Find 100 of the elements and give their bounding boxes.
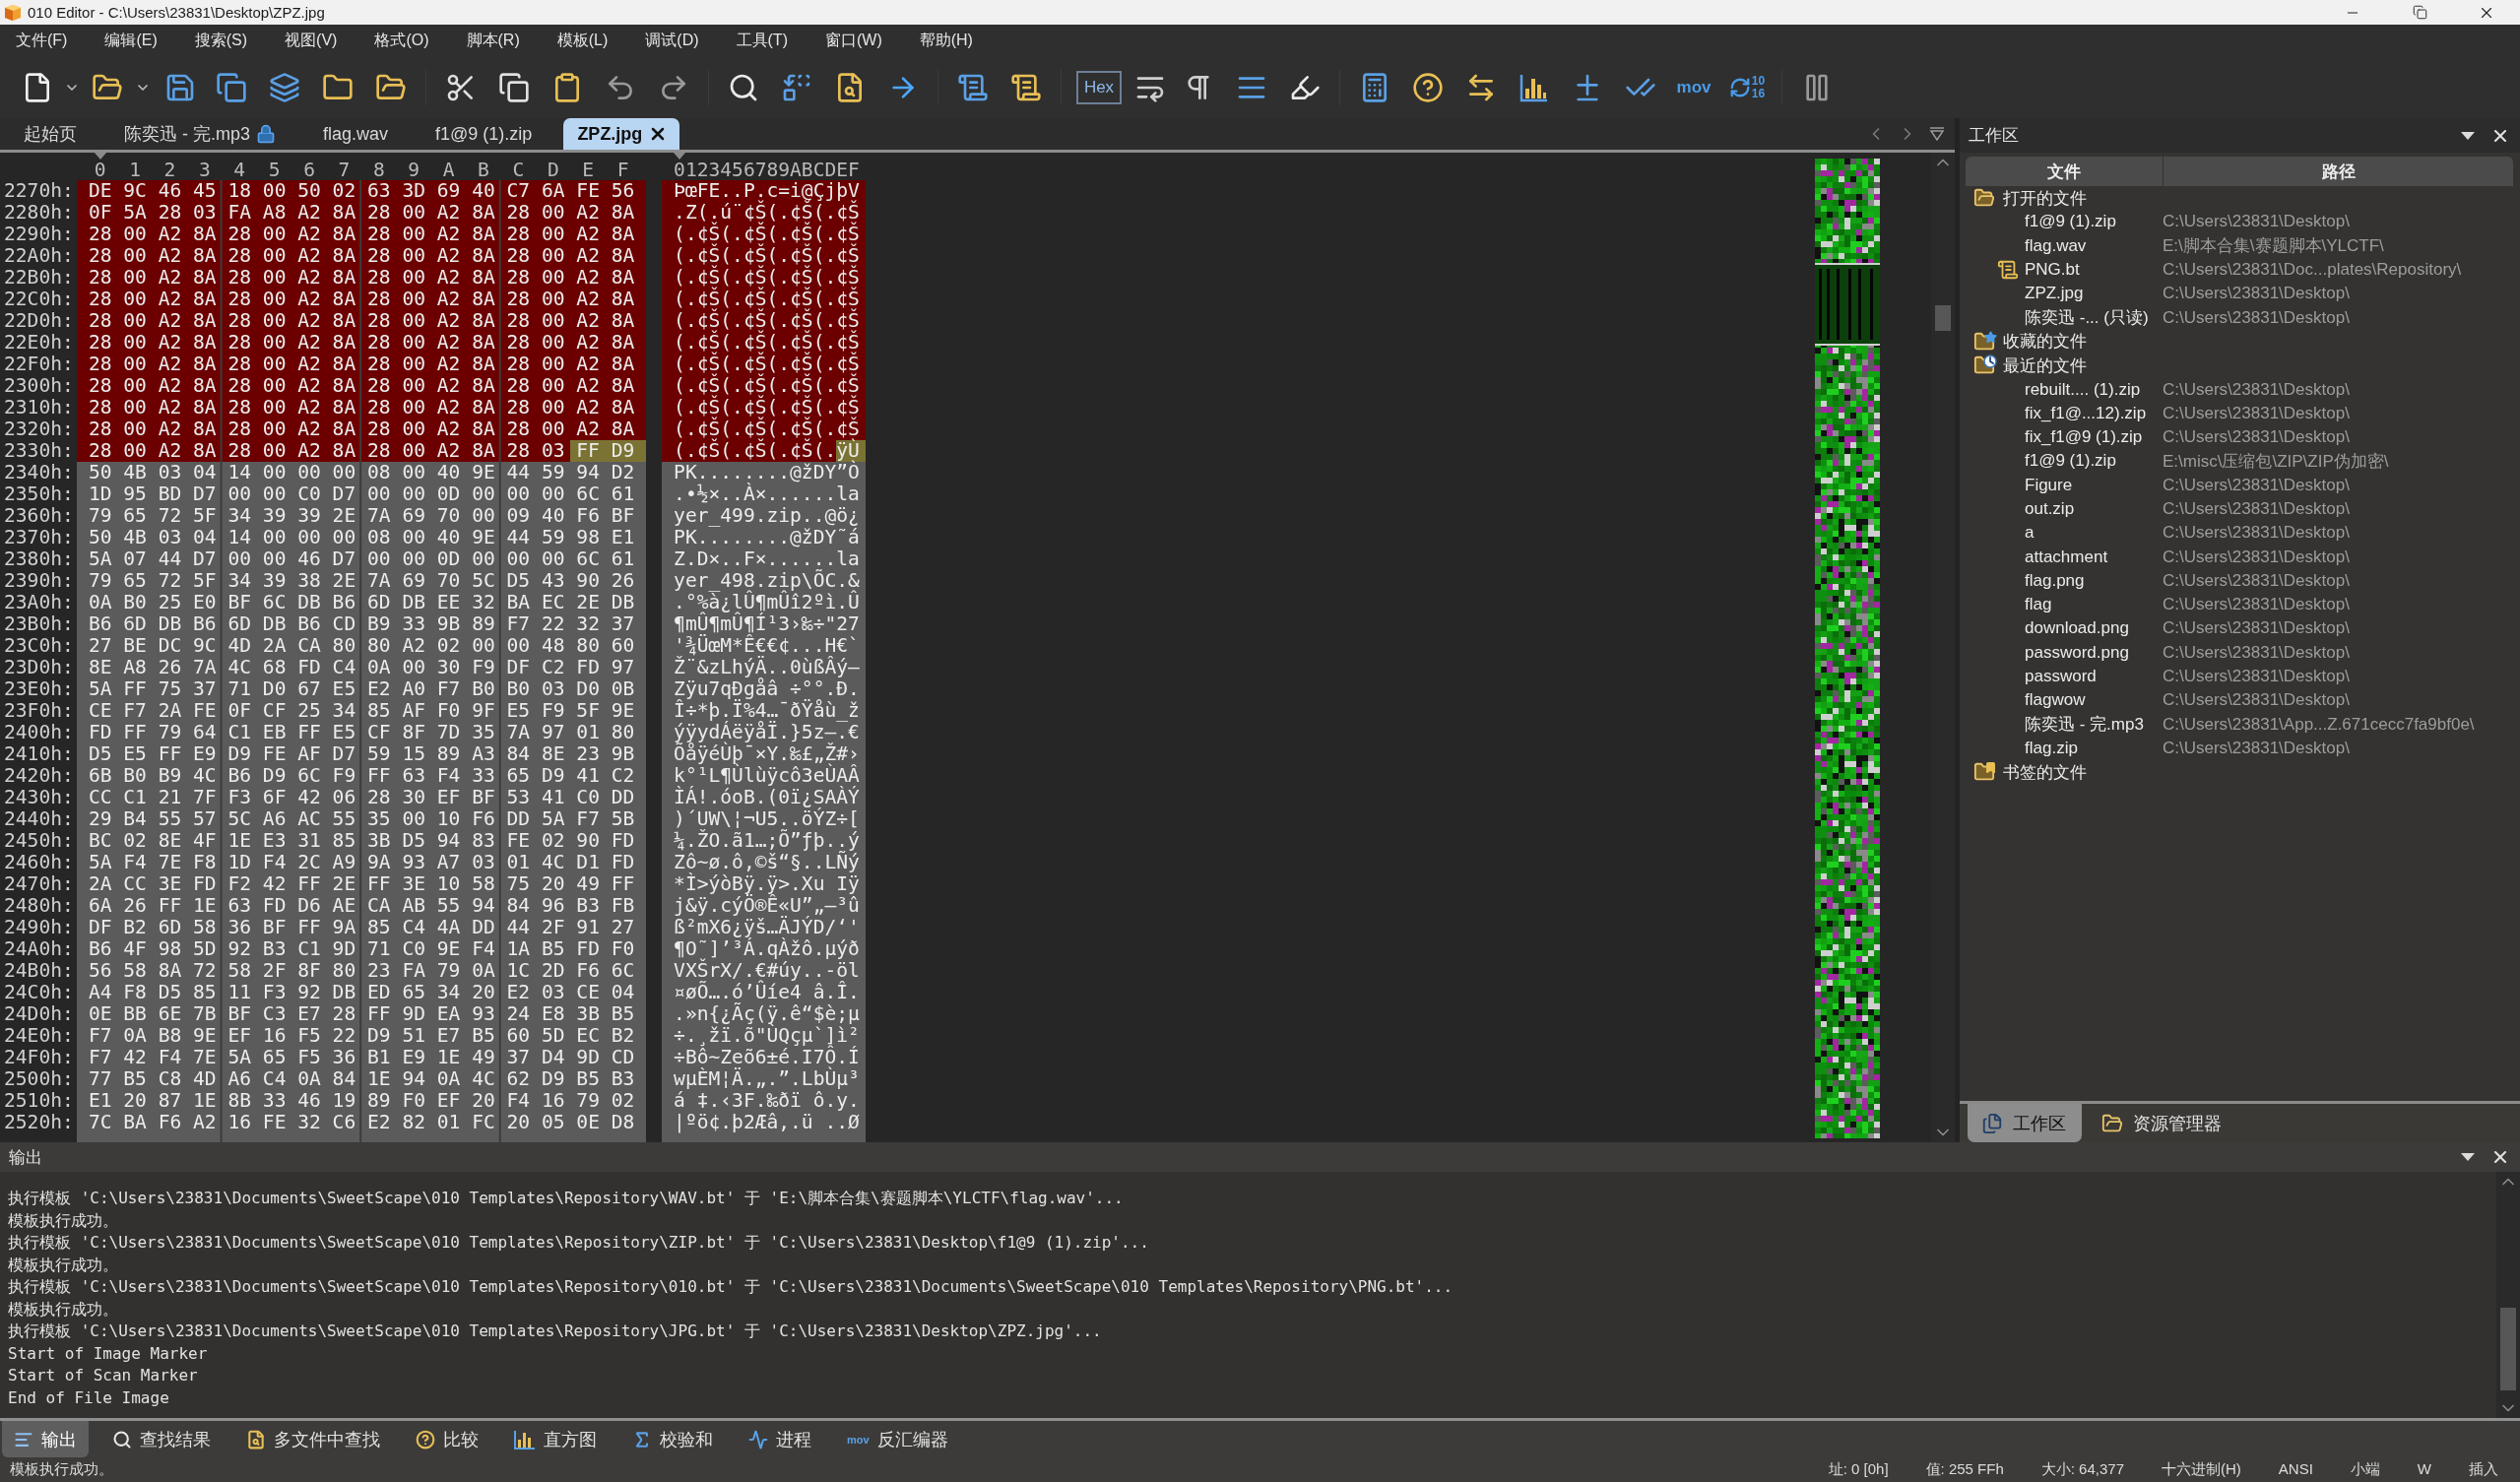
ascii-text[interactable]: wµÈM¦Ä.„.”.LbÙµ³ (662, 1068, 866, 1090)
file-name[interactable]: a (2025, 523, 2035, 544)
ascii-text[interactable]: ÞœFE..P.c=i@ÇjþV (662, 180, 866, 202)
dropdown-icon[interactable] (2461, 1153, 2475, 1161)
hex-bytes[interactable]: 77 B5 C8 4D A6 C4 0A 84 1E 94 0A 4C 62 D9 B5 B3 (77, 1068, 647, 1090)
file-tab[interactable]: 陈奕迅 - 完.mp3 (100, 118, 299, 150)
hex-bytes[interactable]: 2A CC 3E FD F2 42 FF 2E FF 3E 10 58 75 20 49 FF (77, 873, 647, 895)
hex-bytes[interactable]: F7 42 F4 7E 5A 65 F5 36 B1 E9 1E 49 37 D4 9D CD (77, 1047, 647, 1068)
hex-bytes[interactable]: CE F7 2A FE 0F CF 25 34 85 AF F0 9F E5 F9 5F 9E (77, 700, 647, 722)
file-name[interactable]: Figure (2025, 475, 2073, 495)
file-name[interactable]: 陈奕迅 - 完.mp3 (2025, 713, 2144, 737)
replace-icon[interactable] (781, 72, 812, 103)
hex-bytes[interactable]: 8E A8 26 7A 4C 68 FD C4 0A 00 30 F9 DF C2 FD 97 (77, 657, 647, 678)
hex-bytes[interactable]: B6 4F 98 5D 92 B3 C1 9D 71 C0 9E F4 1A B5 FD F0 (77, 938, 647, 960)
hex-bytes[interactable]: 79 65 72 5F 34 39 38 2E 7A 69 70 5C D5 43 90 26 (77, 570, 647, 592)
hex-bytes[interactable]: B6 6D DB B6 6D DB B6 CD B9 33 9B 89 F7 22 32 37 (77, 613, 647, 635)
file-name[interactable]: password (2025, 667, 2097, 687)
hex-bytes[interactable]: 28 00 A2 8A 28 00 A2 8A 28 00 A2 8A 28 00 A2 8A (77, 332, 647, 354)
layers-icon[interactable] (269, 72, 300, 103)
hex-bytes[interactable]: 28 00 A2 8A 28 00 A2 8A 28 00 A2 8A 28 00 A2 8A (77, 310, 647, 332)
tree-folder-label[interactable]: 最近的文件 (2003, 354, 2087, 377)
bottom-tab[interactable]: 查找结果 (100, 1421, 223, 1457)
hex-bytes[interactable]: 28 00 A2 8A 28 00 A2 8A 28 00 A2 8A 28 00 A2 8A (77, 289, 647, 310)
hex-bytes[interactable]: 0F 5A 28 03 FA A8 A2 8A 28 00 A2 8A 28 00 A2 8A (77, 202, 647, 224)
byte-map-drawing[interactable] (1815, 159, 1880, 1138)
hex-bytes[interactable]: 28 00 A2 8A 28 00 A2 8A 28 00 A2 8A 28 00 A2 8A (77, 224, 647, 245)
ascii-text[interactable]: ýÿydÁëÿåÏ.}5z—.€ (662, 722, 866, 743)
file-tab[interactable]: f1@9 (1).zip (412, 118, 556, 150)
file-name[interactable]: fix_f1@...12).zip (2025, 403, 2147, 423)
hex-bytes[interactable]: CC C1 21 7F F3 6F 42 06 28 30 EF BF 53 41 C0 DD (77, 787, 647, 808)
file-name[interactable]: password.png (2025, 642, 2129, 663)
hex-bytes[interactable]: 56 58 8A 72 58 2F 8F 80 23 FA 79 0A 1C 2D F6 6C (77, 960, 647, 982)
hex-bytes[interactable]: 28 00 A2 8A 28 00 A2 8A 28 00 A2 8A 28 00 A2 8A (77, 267, 647, 289)
hex-bytes[interactable]: FF D9 (570, 440, 647, 462)
ascii-text[interactable]: yer_498.zip\ÕC.& (662, 570, 866, 592)
hex-bytes[interactable]: 28 00 A2 8A 28 00 A2 8A 28 00 A2 8A 28 00 A2 8A (77, 419, 647, 440)
hex-bytes[interactable]: 5A F4 7E F8 1D F4 2C A9 9A 93 A7 03 01 4C D1 FD (77, 852, 647, 873)
file-name[interactable]: 陈奕迅 -... (只读) (2025, 306, 2149, 330)
ascii-text[interactable]: .•½×..À×......la (662, 483, 866, 505)
bottom-tab[interactable]: 直方图 (502, 1421, 609, 1457)
hex-bytes[interactable]: 1D 95 BD D7 00 00 C0 D7 00 00 0D 00 00 00 6C 61 (77, 483, 647, 505)
bottom-tab[interactable]: 校验和 (620, 1421, 725, 1457)
file-name[interactable]: flag.zip (2025, 738, 2078, 758)
copy-icon[interactable] (498, 72, 530, 103)
ascii-text[interactable]: PK........@žDY”Ò (662, 462, 866, 483)
ascii-text[interactable]: j&ÿ.cýÖ®Ê«U”„–³û (662, 895, 866, 917)
base-convert-button[interactable]: 10 16 (1728, 75, 1766, 100)
ascii-text[interactable]: *Ì>ýòBÿ.ÿ>.Xu Iÿ (662, 873, 866, 895)
menu-item[interactable]: 格式(O) (362, 27, 441, 55)
menu-item[interactable]: 编辑(E) (93, 27, 169, 55)
bottom-tab[interactable]: 输出 (2, 1421, 89, 1457)
ascii-text[interactable]: Zô~ø.ô,©š“§..LÑý (662, 852, 866, 873)
file-name[interactable]: ZPZ.jpg (2025, 284, 2084, 304)
hex-bytes[interactable]: 27 BE DC 9C 4D 2A CA 80 80 A2 02 00 00 48 80 60 (77, 635, 647, 657)
panel-tab[interactable]: 工作区 (1968, 1104, 2082, 1142)
hex-bytes[interactable]: 28 00 A2 8A 28 00 A2 8A 28 00 A2 8A 28 03 (77, 440, 571, 462)
hex-bytes[interactable]: BC 02 8E 4F 1E E3 31 85 3B D5 94 83 FE 02 90 FD (77, 830, 647, 852)
triangle-down-icon[interactable] (1929, 127, 1945, 141)
file-name[interactable]: flag.png (2025, 570, 2085, 591)
hex-bytes[interactable]: 28 00 A2 8A 28 00 A2 8A 28 00 A2 8A 28 00 A2 8A (77, 354, 647, 375)
ascii-text[interactable]: VXŠrX/.€#úy..-öl (662, 960, 866, 982)
file-name[interactable]: f1@9 (1).zip (2025, 451, 2116, 472)
ascii-text[interactable]: (.¢Š(.¢Š(.¢Š(. (662, 440, 837, 462)
panel-tab[interactable]: 资源管理器 (2088, 1104, 2237, 1142)
hex-bytes[interactable]: 6B B0 B9 4C B6 D9 6C F9 FF 63 F4 33 65 D9 41 C2 (77, 765, 647, 787)
bottom-tab[interactable]: 比较 (404, 1421, 490, 1457)
file-name[interactable]: out.zip (2025, 499, 2075, 519)
hex-bytes[interactable]: 50 4B 03 04 14 00 00 00 08 00 40 9E 44 59 98 E1 (77, 527, 647, 548)
hex-bytes[interactable]: 6A 26 FF 1E 63 FD D6 AE CA AB 55 94 84 96 B3 FB (77, 895, 647, 917)
hex-bytes[interactable]: 28 00 A2 8A 28 00 A2 8A 28 00 A2 8A 28 00 A2 8A (77, 245, 647, 267)
file-tab[interactable]: flag.wav (299, 118, 413, 150)
search-icon[interactable] (728, 72, 759, 103)
file-tab[interactable]: ZPZ.jpg (563, 118, 680, 150)
ascii-text[interactable]: ÕåÿéÙþ¯×Y.‰£„Ž#› (662, 743, 866, 765)
hex-bytes[interactable]: 28 00 A2 8A 28 00 A2 8A 28 00 A2 8A 28 00 A2 8A (77, 397, 647, 419)
bottom-tab[interactable]: 进程 (737, 1421, 823, 1457)
hex-bytes[interactable]: DF B2 6D 58 36 BF FF 9A 85 C4 4A DD 44 2F 91 27 (77, 917, 647, 938)
bottom-tab[interactable]: 多文件中查找 (234, 1421, 392, 1457)
column-header[interactable]: 路径 (2164, 157, 2514, 186)
file-name[interactable]: flagwow (2025, 690, 2086, 711)
tree-folder-label[interactable]: 书签的文件 (2003, 760, 2087, 784)
hex-bytes[interactable]: A4 F8 D5 85 11 F3 92 DB ED 65 34 20 E2 03 CE 04 (77, 982, 647, 1003)
help-icon[interactable] (1412, 72, 1444, 103)
scroll-icon[interactable] (1010, 72, 1042, 103)
hex-bytes[interactable]: 29 B4 55 57 5C A6 AC 55 35 00 10 F6 DD 5A F7 5B (77, 808, 647, 830)
tree-folder-label[interactable]: 收藏的文件 (2003, 330, 2087, 354)
documents-icon[interactable] (216, 72, 247, 103)
ascii-text[interactable]: ÌÁ!.óoB.(0ï¿SAÀÝ (662, 787, 866, 808)
hex-bytes[interactable]: 79 65 72 5F 34 39 39 2E 7A 69 70 00 09 40 F6 BF (77, 505, 647, 527)
tree-folder-label[interactable]: 打开的文件 (2003, 186, 2087, 210)
file-name[interactable]: PNG.bt (2025, 260, 2080, 281)
ascii-text[interactable]: .°%à¿lÛ¶mÛî2ºì.Û (662, 592, 866, 613)
menu-item[interactable]: 帮助(H) (907, 27, 985, 55)
menu-item[interactable]: 调试(D) (633, 27, 711, 55)
ascii-text[interactable]: Zÿu7qÐgåâ ÷°°.Ð. (662, 678, 866, 700)
file-name[interactable]: flag (2025, 595, 2052, 615)
file-tab[interactable]: 起始页 (0, 118, 100, 150)
ascii-text[interactable]: ÷.¸žï.õ"ÙQçµ`]ì² (662, 1025, 866, 1047)
hex-bytes[interactable]: 0E BB 6E 7B BF C3 E7 28 FF 9D EA 93 24 E8 3B B5 (77, 1003, 647, 1025)
file-name[interactable]: rebuilt.... (1).zip (2025, 379, 2141, 400)
